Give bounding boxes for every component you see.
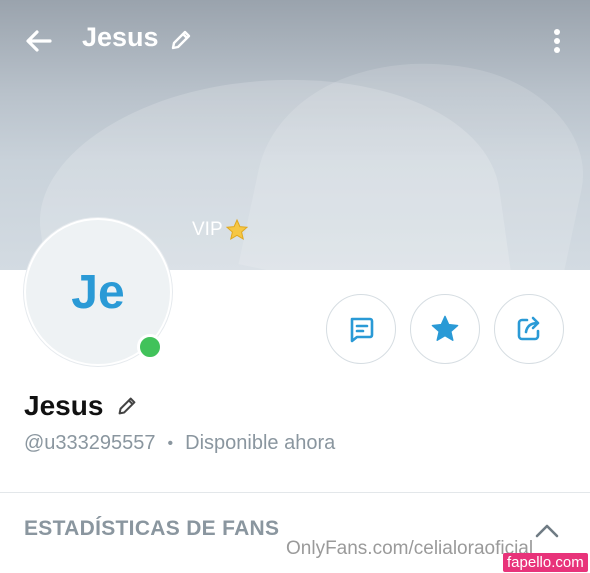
- online-status-indicator: [137, 334, 163, 360]
- vip-label: VIP: [192, 218, 249, 242]
- message-icon: [350, 317, 374, 343]
- profile-handle: @u333295557: [24, 432, 156, 454]
- share-icon: [517, 316, 540, 341]
- pencil-icon[interactable]: [115, 394, 139, 418]
- back-button[interactable]: [22, 24, 56, 58]
- pencil-icon: [171, 30, 191, 50]
- separator: •: [167, 434, 174, 452]
- arrow-left-icon: [26, 30, 52, 52]
- profile-name: Jesus: [24, 390, 104, 421]
- handle-row: @u333295557 • Disponible ahora: [24, 432, 335, 455]
- vip-text: VIP: [192, 219, 223, 240]
- watermark-badge: fapello.com: [503, 553, 588, 572]
- availability-status: Disponible ahora: [185, 432, 336, 454]
- message-button[interactable]: [326, 294, 396, 364]
- more-options-button[interactable]: [540, 24, 574, 58]
- share-button[interactable]: [494, 294, 564, 364]
- more-vertical-icon: [554, 29, 560, 53]
- star-emoji-icon: [225, 218, 248, 241]
- fan-stats-title: ESTADÍSTICAS DE FANS: [24, 517, 280, 540]
- edit-title-button[interactable]: [168, 27, 194, 53]
- page-title: Jesus: [82, 22, 159, 52]
- divider: [0, 492, 590, 493]
- avatar-initials: Je: [71, 265, 125, 319]
- collapse-stats-button[interactable]: [532, 518, 562, 542]
- profile-name-row: Jesus: [24, 390, 139, 422]
- chevron-up-icon: [535, 524, 559, 538]
- watermark-text: OnlyFans.com/celialoraoficial: [286, 538, 534, 559]
- favorite-button[interactable]: [410, 294, 480, 364]
- top-bar: Jesus: [0, 0, 590, 80]
- star-icon: [431, 315, 459, 341]
